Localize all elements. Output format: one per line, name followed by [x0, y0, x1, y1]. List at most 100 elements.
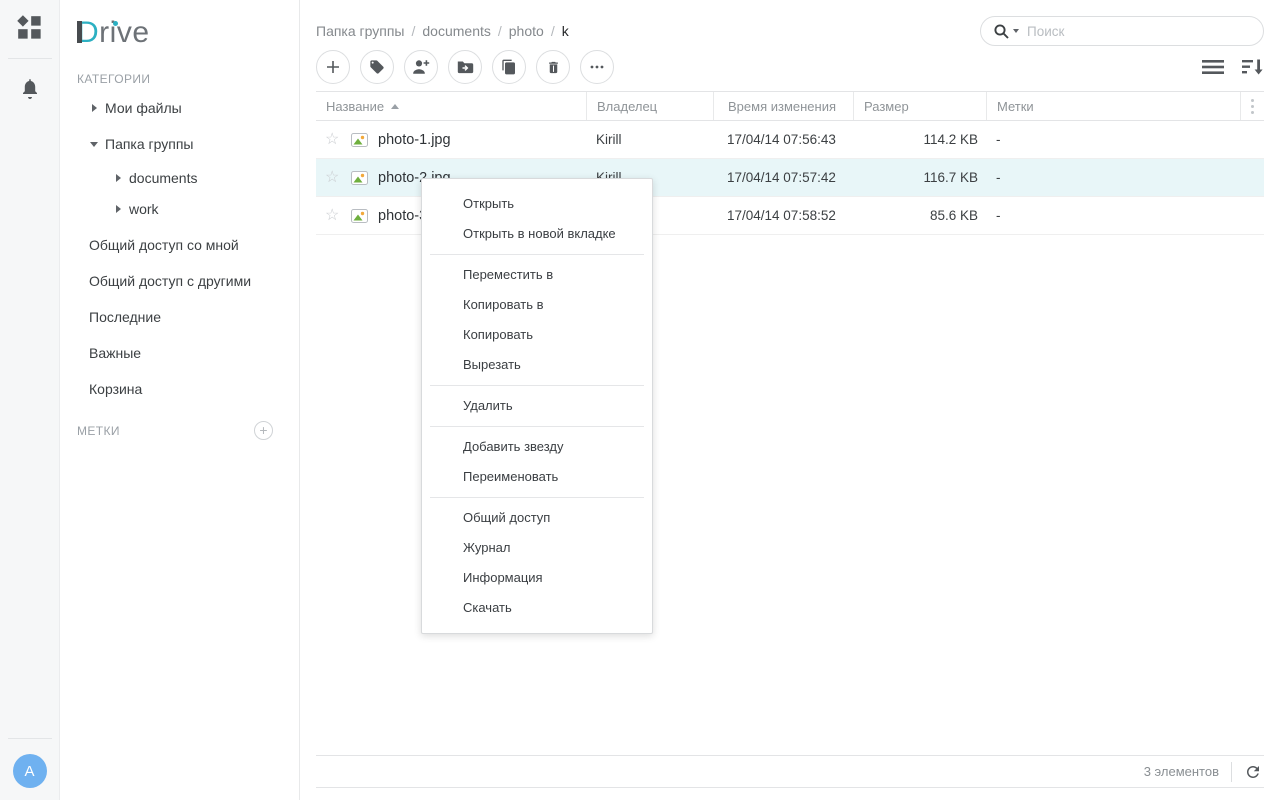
column-label: Владелец — [597, 98, 658, 114]
column-label: Размер — [864, 98, 909, 114]
share-user-button[interactable] — [404, 50, 438, 84]
menu-item-move-to[interactable]: Переместить в — [422, 260, 652, 290]
sidebar-item-documents[interactable]: documents — [60, 162, 299, 193]
breadcrumb-separator: / — [411, 23, 416, 39]
table-row[interactable]: ☆ photo-1.jpg Kirill 17/04/14 07:56:43 1… — [316, 121, 1264, 159]
categories-header: КАТЕГОРИИ — [77, 72, 151, 86]
logo-text: rive — [99, 16, 150, 49]
copy-button[interactable] — [492, 50, 526, 84]
menu-divider — [430, 497, 644, 498]
menu-item-info[interactable]: Информация — [422, 563, 652, 593]
sidebar-item-my-files[interactable]: Мои файлы — [60, 90, 299, 126]
image-file-icon — [351, 132, 368, 147]
search-box[interactable] — [980, 16, 1264, 46]
column-header-labels[interactable]: Метки — [986, 92, 1240, 120]
column-header-name[interactable]: Название — [316, 92, 586, 120]
delete-trash-button[interactable] — [536, 50, 570, 84]
menu-divider — [430, 385, 644, 386]
more-ellipsis-button[interactable] — [580, 50, 614, 84]
file-owner: Kirill — [596, 132, 622, 147]
app-rail: A — [0, 0, 60, 800]
sidebar-item-trash[interactable]: Корзина — [60, 371, 299, 407]
user-avatar[interactable]: A — [12, 754, 47, 788]
rail-divider — [7, 58, 52, 59]
sidebar-item-team-folder[interactable]: Папка группы — [60, 126, 299, 162]
sidebar-item-label: documents — [129, 169, 198, 186]
search-scope-caret-icon[interactable] — [1013, 29, 1019, 33]
breadcrumb-item[interactable]: documents — [422, 23, 490, 39]
sidebar-item-label: work — [129, 200, 159, 217]
menu-item-open[interactable]: Открыть — [422, 189, 652, 219]
breadcrumb-separator: / — [550, 23, 555, 39]
file-labels: - — [996, 208, 1001, 223]
file-modified: 17/04/14 07:57:42 — [727, 170, 836, 185]
sidebar-item-shared-with-others[interactable]: Общий доступ с другими — [60, 263, 299, 299]
drive-logo: Drive — [77, 14, 299, 52]
image-file-icon — [351, 170, 368, 185]
menu-item-delete[interactable]: Удалить — [422, 391, 652, 421]
item-count: 3 элементов — [1143, 764, 1219, 779]
refresh-button[interactable] — [1244, 763, 1262, 781]
file-size: 114.2 KB — [923, 132, 978, 147]
menu-item-download[interactable]: Скачать — [422, 593, 652, 623]
column-label: Время изменения — [728, 98, 836, 114]
sidebar-item-label: Важные — [89, 345, 142, 361]
sidebar-item-label: Папка группы — [105, 136, 194, 152]
kebab-icon — [1251, 97, 1254, 115]
menu-item-open-new-tab[interactable]: Открыть в новой вкладке — [422, 219, 652, 249]
star-toggle-icon[interactable]: ☆ — [325, 207, 342, 224]
sidebar-item-label: Последние — [89, 309, 162, 325]
table-header: Название Владелец Время изменения Размер… — [316, 91, 1264, 121]
menu-item-cut[interactable]: Вырезать — [422, 350, 652, 380]
add-label-button[interactable]: + — [254, 421, 273, 440]
sort-order-icon[interactable] — [1242, 58, 1264, 76]
caret-right-icon[interactable] — [87, 104, 101, 112]
menu-item-add-star[interactable]: Добавить звезду — [422, 432, 652, 462]
sidebar-item-shared-with-me[interactable]: Общий доступ со мной — [60, 227, 299, 263]
column-header-modified[interactable]: Время изменения — [713, 92, 853, 120]
status-divider — [1231, 761, 1232, 782]
menu-item-share[interactable]: Общий доступ — [422, 503, 652, 533]
sidebar-item-label: Мои файлы — [105, 100, 182, 116]
sidebar-item-work[interactable]: work — [60, 193, 299, 224]
file-size: 116.7 KB — [923, 170, 978, 185]
column-settings-button[interactable] — [1240, 92, 1264, 120]
file-modified: 17/04/14 07:56:43 — [727, 132, 836, 147]
breadcrumb-item[interactable]: Папка группы — [316, 23, 405, 39]
caret-down-icon[interactable] — [87, 141, 101, 147]
label-tag-button[interactable] — [360, 50, 394, 84]
menu-item-copy-to[interactable]: Копировать в — [422, 290, 652, 320]
column-header-owner[interactable]: Владелец — [586, 92, 713, 120]
add-button[interactable] — [316, 50, 350, 84]
file-labels: - — [996, 132, 1001, 147]
notifications-bell-icon[interactable] — [15, 74, 45, 104]
context-menu: Открыть Открыть в новой вкладке Перемест… — [421, 178, 653, 634]
caret-right-icon[interactable] — [111, 173, 125, 182]
breadcrumb-item[interactable]: photo — [509, 23, 544, 39]
sidebar-item-label: Корзина — [89, 381, 143, 397]
menu-item-rename[interactable]: Переименовать — [422, 462, 652, 492]
file-size: 85.6 KB — [929, 208, 978, 223]
star-toggle-icon[interactable]: ☆ — [325, 131, 342, 148]
file-modified: 17/04/14 07:58:52 — [727, 208, 836, 223]
apps-grid-icon[interactable] — [15, 13, 45, 43]
search-icon[interactable] — [993, 23, 1010, 40]
status-bar: 3 элементов — [316, 755, 1264, 788]
file-name: photo-1.jpg — [378, 131, 451, 148]
rail-bottom-divider — [7, 738, 52, 739]
move-to-folder-button[interactable] — [448, 50, 482, 84]
menu-item-copy[interactable]: Копировать — [422, 320, 652, 350]
sidebar-item-starred[interactable]: Важные — [60, 335, 299, 371]
menu-item-log[interactable]: Журнал — [422, 533, 652, 563]
menu-divider — [430, 254, 644, 255]
file-labels: - — [996, 170, 1001, 185]
search-input[interactable] — [1027, 23, 1251, 39]
image-file-icon — [351, 208, 368, 223]
caret-right-icon[interactable] — [111, 204, 125, 213]
star-toggle-icon[interactable]: ☆ — [325, 169, 342, 186]
list-view-icon[interactable] — [1202, 58, 1224, 76]
column-header-size[interactable]: Размер — [853, 92, 986, 120]
sidebar-item-recent[interactable]: Последние — [60, 299, 299, 335]
breadcrumb: Папка группы / documents / photo / k — [316, 16, 569, 46]
breadcrumb-separator: / — [497, 23, 502, 39]
